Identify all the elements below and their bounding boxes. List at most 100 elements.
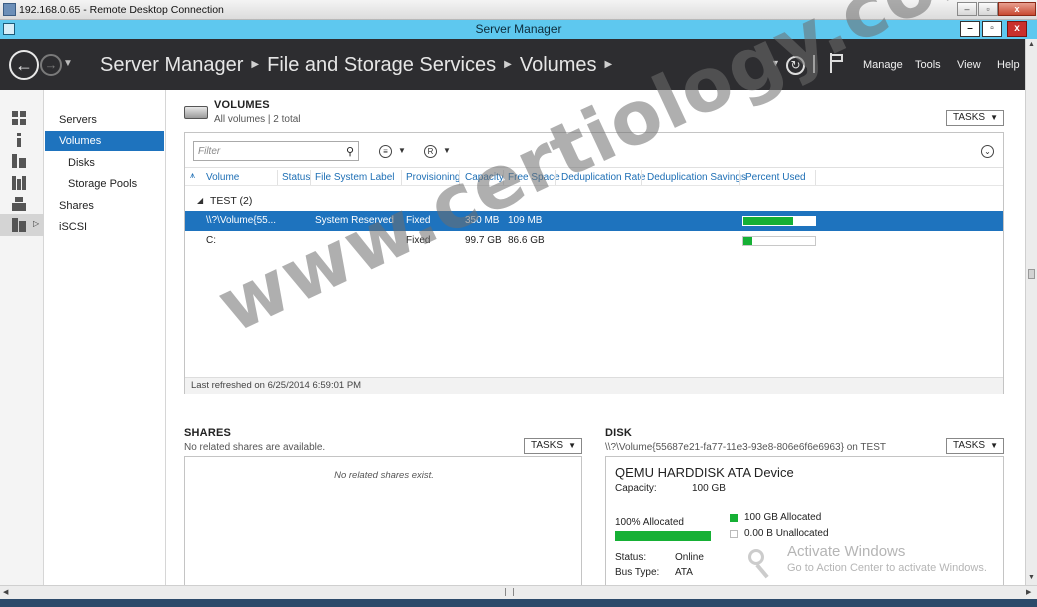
tasks-label: TASKS: [953, 440, 986, 451]
group-label: TEST (2): [210, 195, 253, 207]
scroll-thumb[interactable]: [505, 588, 514, 596]
disk-subtitle: \\?\Volume{55687e21-fa77-11e3-93e8-806e6…: [605, 442, 886, 453]
main-content: VOLUMES All volumes | 2 total TASKS ▼ Fil…: [166, 90, 1025, 585]
breadcrumb-separator-icon: ▶: [504, 59, 512, 70]
window-restore-button[interactable]: ▫: [982, 21, 1002, 37]
percent-used-bar: [742, 236, 816, 246]
back-arrow-icon[interactable]: ←: [9, 50, 39, 80]
nav-item-servers[interactable]: Servers: [45, 110, 164, 130]
column-percent-used[interactable]: Percent Used: [745, 172, 806, 183]
shares-panel: No related shares exist.: [184, 456, 582, 585]
cell-label: System Reserved: [315, 215, 394, 226]
scroll-down-icon[interactable]: ▼: [1028, 574, 1035, 581]
nav-item-storage-pools[interactable]: Storage Pools: [45, 174, 164, 194]
header: ← → ▼ Server Manager ▶ File and Storage Se…: [0, 39, 1025, 90]
table-row[interactable]: C: Fixed 99.7 GB 86.6 GB: [185, 231, 1003, 251]
disk-bus-label: Bus Type:: [615, 567, 660, 578]
save-query-icon[interactable]: R: [424, 145, 437, 158]
unallocated-legend-swatch: [730, 530, 738, 538]
disk-tasks-button[interactable]: TASKS ▼: [946, 438, 1004, 454]
tasks-label: TASKS: [531, 440, 564, 451]
chevron-down-icon[interactable]: ▼: [398, 146, 406, 155]
disk-capacity-value: 100 GB: [692, 483, 726, 494]
column-capacity[interactable]: Capacity: [465, 172, 504, 183]
nav-item-disks[interactable]: Disks: [45, 153, 164, 173]
list-options-icon[interactable]: ≡: [379, 145, 392, 158]
vertical-scrollbar[interactable]: ▲ ▼: [1025, 39, 1037, 585]
collapse-triangle-icon[interactable]: ◢: [197, 196, 203, 205]
disk-status-value: Online: [675, 552, 704, 563]
chevron-down-icon[interactable]: ▼: [443, 146, 451, 155]
refresh-icon[interactable]: ↻: [786, 56, 805, 75]
search-icon[interactable]: ⚲: [346, 145, 354, 158]
roles-icon[interactable]: [12, 176, 26, 190]
breadcrumb-separator-icon: ▶: [251, 59, 260, 70]
filter-input[interactable]: Filter ⚲: [193, 141, 359, 161]
dashboard-icon[interactable]: [12, 111, 26, 125]
volumes-drive-icon: [184, 106, 208, 119]
notifications-flag-icon[interactable]: [830, 53, 844, 73]
file-storage-services-icon[interactable]: [12, 218, 26, 232]
printer-server-icon[interactable]: [12, 197, 26, 211]
window-minimize-button[interactable]: –: [960, 21, 980, 37]
volumes-tasks-button[interactable]: TASKS ▼: [946, 110, 1004, 126]
breadcrumb-item-server-manager[interactable]: Server Manager: [100, 54, 243, 76]
rdp-restore-button[interactable]: ▫: [978, 2, 998, 16]
activate-subtitle: Go to Action Center to activate Windows.: [787, 562, 987, 574]
menu-manage[interactable]: Manage: [863, 59, 903, 71]
expand-collapse-icon[interactable]: ⌄: [981, 145, 994, 158]
table-row[interactable]: \\?\Volume{55... System Reserved Fixed 3…: [185, 211, 1003, 231]
scroll-thumb[interactable]: [1028, 269, 1035, 279]
nav-pane: Servers Volumes Disks Storage Pools Shar…: [45, 90, 166, 585]
nav-item-iscsi[interactable]: iSCSI: [45, 217, 164, 237]
column-status[interactable]: Status: [282, 172, 310, 183]
percent-used-bar: [742, 216, 816, 226]
shares-tasks-button[interactable]: TASKS ▼: [524, 438, 582, 454]
menu-view[interactable]: View: [957, 59, 981, 71]
local-server-icon[interactable]: [12, 133, 26, 147]
cell-capacity: 99.7 GB: [465, 235, 502, 246]
chevron-down-icon: ▼: [568, 441, 576, 450]
rdp-app-icon: [3, 3, 16, 16]
group-header-test[interactable]: ◢ TEST (2): [185, 192, 1003, 210]
all-servers-icon[interactable]: [12, 154, 26, 168]
rdp-close-button[interactable]: x: [998, 2, 1036, 16]
disk-bus-value: ATA: [675, 567, 693, 578]
activate-windows-notice: Activate Windows Go to Action Center to …: [787, 543, 987, 574]
history-dropdown-icon[interactable]: ▼: [63, 58, 73, 69]
sort-ascending-icon: ⩚: [190, 170, 196, 180]
chevron-down-icon: ▼: [990, 441, 998, 450]
menu-help[interactable]: Help: [997, 59, 1020, 71]
scroll-left-icon[interactable]: ◀: [3, 588, 8, 596]
column-dedup-rate[interactable]: Deduplication Rate: [561, 172, 646, 183]
breadcrumb-item-volumes[interactable]: Volumes: [520, 54, 597, 76]
filter-placeholder: Filter: [198, 146, 221, 157]
breadcrumb-item-file-storage[interactable]: File and Storage Services: [267, 54, 496, 76]
menu-tools[interactable]: Tools: [915, 59, 941, 71]
rdp-minimize-button[interactable]: –: [957, 2, 977, 16]
nav-item-shares[interactable]: Shares: [45, 196, 164, 216]
scroll-up-icon[interactable]: ▲: [1028, 41, 1035, 48]
column-volume[interactable]: Volume: [206, 172, 239, 183]
breadcrumb-separator-icon: ▶: [604, 59, 613, 70]
column-file-system-label[interactable]: File System Label: [315, 172, 394, 183]
window-close-button[interactable]: x: [1007, 21, 1027, 37]
refresh-dropdown-icon[interactable]: ▼: [771, 58, 780, 68]
horizontal-scrollbar[interactable]: ◀ ▶: [0, 585, 1037, 599]
header-divider: [813, 55, 815, 73]
forward-arrow-icon[interactable]: →: [40, 54, 62, 76]
window-title: Server Manager: [475, 22, 562, 36]
volumes-grid: Filter ⚲ ≡ ▼ R ▼ ⌄ ⩚ Volume Status File …: [184, 132, 1004, 394]
window-title-bar: Server Manager – ▫ x: [0, 20, 1037, 39]
legend-allocated: 100 GB Allocated: [744, 512, 822, 523]
left-rail: ▷: [0, 90, 44, 585]
scroll-right-icon[interactable]: ▶: [1026, 588, 1031, 596]
column-free-space[interactable]: Free Space: [508, 172, 560, 183]
shares-empty-message: No related shares exist.: [334, 470, 434, 481]
volumes-title: VOLUMES: [214, 99, 270, 111]
cell-capacity: 350 MB: [465, 215, 500, 226]
column-dedup-savings[interactable]: Deduplication Savings: [647, 172, 746, 183]
column-provisioning[interactable]: Provisioning: [406, 172, 460, 183]
nav-item-volumes[interactable]: Volumes: [45, 131, 164, 151]
cell-provisioning: Fixed: [406, 215, 431, 226]
